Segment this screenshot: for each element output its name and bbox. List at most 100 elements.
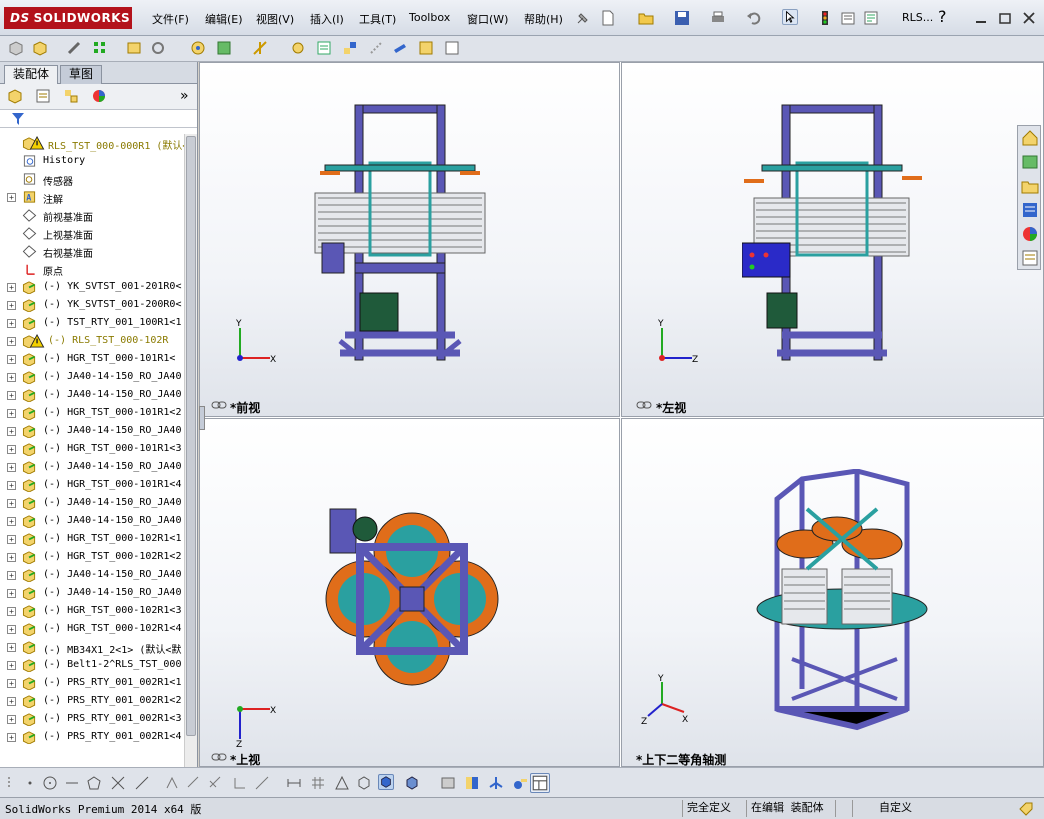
angle-line-icon[interactable] [254,775,270,791]
tree-node[interactable]: RLS_TST_000-000R1 (默认< [0,134,184,152]
shaded-cube-icon[interactable] [378,774,394,790]
polygon-icon[interactable] [86,775,102,791]
tree-node[interactable]: 右视基准面 [0,242,184,260]
tree-node[interactable]: + (-) YK_SVTST_001-201R0< [0,278,184,296]
display-manager-icon[interactable] [91,88,107,104]
feature-tree-icon[interactable] [7,88,23,104]
tree-node[interactable]: + (-) HGR_TST_000-102R1<4 [0,620,184,638]
convert-entities-icon[interactable] [186,775,202,791]
expand-toggle-icon[interactable]: + [7,517,16,526]
home-icon[interactable] [1021,129,1039,147]
dimension-icon[interactable] [286,775,302,791]
expand-toggle-icon[interactable]: + [7,553,16,562]
viewport-isometric[interactable]: Y X Z *上下二等角轴测 [621,418,1044,767]
file-explorer-icon[interactable] [1021,177,1039,195]
tree-node[interactable]: + (-) RLS_TST_000-102R [0,332,184,350]
tree-node[interactable]: + (-) JA40-14-150_RO_JA40 [0,566,184,584]
point-icon[interactable] [22,775,38,791]
tree-scrollbar[interactable] [184,134,197,767]
expand-toggle-icon[interactable]: + [7,643,16,652]
circle-icon[interactable] [42,775,58,791]
tree-node[interactable]: History [0,152,184,170]
menu-edit[interactable]: 编辑(E) [205,11,243,27]
tree-node[interactable]: + (-) HGR_TST_000-102R1<1 [0,530,184,548]
solidworks-logo[interactable]: DS SOLIDWORKS [4,7,132,29]
expand-toggle-icon[interactable]: + [7,337,16,346]
tree-node[interactable]: + (-) HGR_TST_000-102R1<3 [0,602,184,620]
expand-toggle-icon[interactable]: + [7,607,16,616]
viewport-left[interactable]: Y Z *左视 [621,62,1044,417]
expand-toggle-icon[interactable]: + [7,319,16,328]
menu-tools[interactable]: 工具(T) [359,11,396,27]
linear-pattern-icon[interactable] [92,40,108,56]
expand-toggle-icon[interactable]: + [7,409,16,418]
help-icon[interactable]: ? [938,7,947,26]
tree-node[interactable]: + (-) HGR_TST_000-101R1< [0,350,184,368]
appearances-icon[interactable] [1021,225,1039,243]
expand-toggle-icon[interactable]: + [7,445,16,454]
tree-node[interactable]: + (-) JA40-14-150_RO_JA40 [0,494,184,512]
print-icon[interactable] [710,10,726,26]
tree-node[interactable]: + (-) MB34X1_2<1> (默认<默 [0,638,184,656]
move-component-icon[interactable] [126,40,142,56]
interference-icon[interactable] [464,775,480,791]
expand-toggle-icon[interactable]: + [7,589,16,598]
select-cursor-icon[interactable] [782,9,798,25]
measure-icon[interactable] [512,775,528,791]
reference-geometry-icon[interactable] [252,40,268,56]
tree-filter[interactable] [0,110,197,128]
tree-node[interactable]: + (-) JA40-14-150_RO_JA40 [0,422,184,440]
tree-node[interactable]: + A 注解 [0,188,184,206]
expand-toggle-icon[interactable]: + [7,571,16,580]
tree-node[interactable]: + (-) JA40-14-150_RO_JA40 [0,584,184,602]
explode-line-sketch-icon[interactable] [368,40,384,56]
status-custom-units[interactable]: 自定义 [852,800,1002,817]
tree-node[interactable]: + (-) JA40-14-150_RO_JA40 [0,368,184,386]
new-document-icon[interactable] [600,10,616,26]
cube-outline-icon[interactable] [356,775,372,791]
grid-icon[interactable] [310,775,326,791]
insert-component-icon[interactable] [32,40,48,56]
property-manager-icon[interactable] [35,88,51,104]
tree-node[interactable]: + (-) HGR_TST_000-101R1<2 [0,404,184,422]
expand-toggle-icon[interactable]: + [7,625,16,634]
undo-icon[interactable] [746,10,762,26]
expand-toggle-icon[interactable]: + [7,697,16,706]
display-style-bottom-icon[interactable] [404,775,420,791]
graphics-area[interactable]: Y X *前视 Y Z *左视 X Z *上视 Y X Z *上下二等角轴测 [199,62,1044,767]
mirror-icon[interactable] [134,775,150,791]
tree-node[interactable]: + (-) YK_SVTST_001-200R0< [0,296,184,314]
tree-node[interactable]: + (-) PRS_RTY_001_002R1<3 [0,710,184,728]
expand-toggle-icon[interactable]: + [7,661,16,670]
tree-node[interactable]: 传感器 [0,170,184,188]
sketch-angle-icon[interactable] [334,775,350,791]
menu-insert[interactable]: 插入(I) [310,11,344,27]
menu-view[interactable]: 视图(V) [256,11,294,27]
filter-icon[interactable] [10,111,26,127]
offset-icon[interactable] [164,775,180,791]
menu-file[interactable]: 文件(F) [152,11,189,27]
mate-icon[interactable] [66,40,82,56]
custom-properties-icon[interactable] [1021,249,1039,267]
tree-node[interactable]: + (-) PRS_RTY_001_002R1<2 [0,692,184,710]
tree-node[interactable]: 上视基准面 [0,224,184,242]
expand-toggle-icon[interactable]: + [7,679,16,688]
pin-icon[interactable] [575,10,591,26]
expand-toggle-icon[interactable]: + [7,283,16,292]
expand-toggle-icon[interactable]: + [7,301,16,310]
traffic-light-icon[interactable] [817,10,833,26]
expand-toggle-icon[interactable]: + [7,373,16,382]
assembly-component-icon[interactable] [8,40,24,56]
tree-node[interactable]: 原点 [0,260,184,278]
expand-toggle-icon[interactable]: + [7,193,16,202]
tab-assembly[interactable]: 装配体 [4,65,59,84]
options-icon[interactable] [840,10,856,26]
restore-icon[interactable] [997,10,1013,26]
tree-node[interactable]: + (-) HGR_TST_000-101R1<4 [0,476,184,494]
tree-node[interactable]: + (-) JA40-14-150_RO_JA40 [0,458,184,476]
line-icon[interactable] [64,775,80,791]
expand-toggle-icon[interactable]: + [7,499,16,508]
tree-node[interactable]: + (-) Belt1-2^RLS_TST_000 [0,656,184,674]
expand-toggle-icon[interactable]: + [7,715,16,724]
tree-node[interactable]: + (-) PRS_RTY_001_002R1<4 [0,728,184,746]
